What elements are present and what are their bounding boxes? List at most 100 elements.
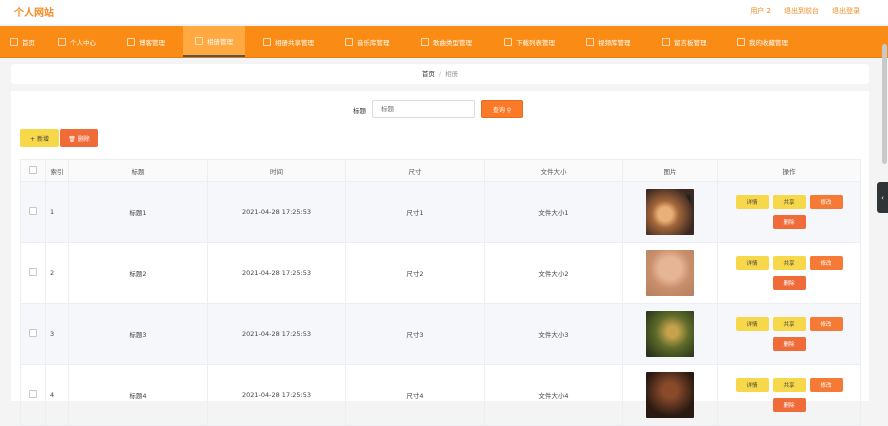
column-header-actions: 操作 xyxy=(717,159,861,182)
nav-song-type-management[interactable]: 歌曲类型管理 xyxy=(421,26,472,57)
breadcrumb-separator: / xyxy=(438,70,442,78)
nav-blog-management[interactable]: 博客管理 xyxy=(127,26,165,57)
column-header-index: 索引 xyxy=(45,159,69,182)
nav-home[interactable]: 首页 xyxy=(10,26,35,57)
main-nav: 首页 个人中心 博客管理 相册管理 相册共享管理 音乐库管理 歌曲类型管理 下载… xyxy=(0,26,888,58)
main-panel: 标题 查询 ⚲ + 新增 🗑 删除 索引 标题 时间 尺寸 文件大小 图片 操作… xyxy=(11,91,869,426)
row-checkbox[interactable] xyxy=(29,268,37,276)
row-title: 标题4 xyxy=(68,364,208,426)
album-icon xyxy=(195,36,203,45)
share-button[interactable]: 共享 xyxy=(772,195,806,209)
sidebar-toggle-button[interactable]: ‹ xyxy=(877,182,888,213)
share-button[interactable]: 共享 xyxy=(772,317,806,331)
album-table: 索引 标题 时间 尺寸 文件大小 图片 操作 1 标题1 2021-04-28 … xyxy=(20,159,861,426)
row-photo-thumbnail[interactable] xyxy=(646,311,694,357)
top-header: 个人网站 用户 2 退出到前台 退出登录 xyxy=(0,0,888,24)
breadcrumb-home[interactable]: 首页 xyxy=(422,70,435,78)
row-file-size: 文件大小3 xyxy=(484,303,623,365)
nav-personal-center[interactable]: 个人中心 xyxy=(58,26,96,57)
detail-button[interactable]: 详情 xyxy=(735,317,769,331)
delete-button[interactable]: 删除 xyxy=(772,215,806,229)
delete-button[interactable]: 删除 xyxy=(772,398,806,412)
table-header-row: 索引 标题 时间 尺寸 文件大小 图片 操作 xyxy=(20,159,861,182)
site-title: 个人网站 xyxy=(14,8,54,19)
row-title: 标题1 xyxy=(68,181,208,243)
row-checkbox[interactable] xyxy=(29,329,37,337)
column-header-time: 时间 xyxy=(207,159,346,182)
row-checkbox[interactable] xyxy=(29,207,37,215)
column-header-file-size: 文件大小 xyxy=(484,159,623,182)
edit-button[interactable]: 修改 xyxy=(809,317,843,331)
row-checkbox[interactable] xyxy=(29,390,37,398)
nav-music-library-management[interactable]: 音乐库管理 xyxy=(345,26,390,57)
favorite-icon xyxy=(737,37,745,46)
share-button[interactable]: 共享 xyxy=(772,378,806,392)
edit-button[interactable]: 修改 xyxy=(809,378,843,392)
column-header-title: 标题 xyxy=(68,159,208,182)
search-label: 标题 xyxy=(353,107,366,115)
column-header-image: 图片 xyxy=(622,159,718,182)
batch-delete-button[interactable]: 🗑 删除 xyxy=(60,129,98,147)
row-time: 2021-04-28 17:25:53 xyxy=(207,242,346,304)
title-search-input[interactable] xyxy=(372,100,475,118)
table-row: 3 标题3 2021-04-28 17:25:53 尺寸3 文件大小3 详情 共… xyxy=(20,303,861,365)
row-file-size: 文件大小4 xyxy=(484,364,623,426)
row-size: 尺寸3 xyxy=(345,303,485,365)
row-index: 1 xyxy=(45,181,69,243)
search-button[interactable]: 查询 ⚲ xyxy=(481,100,523,118)
nav-album-management[interactable]: 相册管理 xyxy=(183,26,245,57)
row-actions: 详情 共享 修改 删除 xyxy=(733,256,845,290)
header-links: 用户 2 退出到前台 退出登录 xyxy=(750,6,860,16)
table-row: 1 标题1 2021-04-28 17:25:53 尺寸1 文件大小1 详情 共… xyxy=(20,181,861,243)
edit-button[interactable]: 修改 xyxy=(809,256,843,270)
download-icon xyxy=(504,37,512,46)
nav-video-library-management[interactable]: 视频库管理 xyxy=(586,26,631,57)
select-all-header[interactable] xyxy=(20,159,46,182)
row-time: 2021-04-28 17:25:53 xyxy=(207,303,346,365)
nav-my-favorites-management[interactable]: 我的收藏管理 xyxy=(737,26,788,57)
row-file-size: 文件大小1 xyxy=(484,181,623,243)
message-icon xyxy=(662,37,670,46)
share-icon xyxy=(263,37,271,46)
row-index: 2 xyxy=(45,242,69,304)
edit-button[interactable]: 修改 xyxy=(809,195,843,209)
row-photo-thumbnail[interactable] xyxy=(646,372,694,418)
row-file-size: 文件大小2 xyxy=(484,242,623,304)
row-title: 标题3 xyxy=(68,303,208,365)
page-scrollbar[interactable] xyxy=(882,44,887,164)
row-size: 尺寸4 xyxy=(345,364,485,426)
row-actions: 详情 共享 修改 删除 xyxy=(733,195,845,229)
row-index: 3 xyxy=(45,303,69,365)
nav-download-list-management[interactable]: 下载列表管理 xyxy=(504,26,555,57)
row-time: 2021-04-28 17:25:53 xyxy=(207,364,346,426)
select-all-checkbox[interactable] xyxy=(29,165,37,174)
music-icon xyxy=(345,37,353,46)
chevron-left-icon: ‹ xyxy=(881,193,884,202)
row-size: 尺寸1 xyxy=(345,181,485,243)
table-row: 2 标题2 2021-04-28 17:25:53 尺寸2 文件大小2 详情 共… xyxy=(20,242,861,304)
nav-album-share-management[interactable]: 相册共享管理 xyxy=(263,26,314,57)
tag-icon xyxy=(421,37,429,46)
blog-icon xyxy=(127,37,135,46)
breadcrumb-current: 相册 xyxy=(445,70,459,78)
current-user-link[interactable]: 用户 2 xyxy=(750,6,771,16)
table-row: 4 标题4 2021-04-28 17:25:53 尺寸4 文件大小4 详情 共… xyxy=(20,364,861,426)
video-icon xyxy=(586,37,594,46)
nav-message-board-management[interactable]: 留言板管理 xyxy=(662,26,707,57)
share-button[interactable]: 共享 xyxy=(772,256,806,270)
row-photo-thumbnail[interactable] xyxy=(646,250,694,296)
detail-button[interactable]: 详情 xyxy=(735,195,769,209)
row-title: 标题2 xyxy=(68,242,208,304)
detail-button[interactable]: 详情 xyxy=(735,378,769,392)
delete-button[interactable]: 删除 xyxy=(772,337,806,351)
row-actions: 详情 共享 修改 删除 xyxy=(733,378,845,412)
logout-link[interactable]: 退出登录 xyxy=(832,6,860,16)
row-actions: 详情 共享 修改 删除 xyxy=(733,317,845,351)
back-to-frontend-link[interactable]: 退出到前台 xyxy=(784,6,819,16)
breadcrumb: 首页 / 相册 xyxy=(11,64,869,84)
delete-button[interactable]: 删除 xyxy=(772,276,806,290)
add-button[interactable]: + 新增 xyxy=(20,129,59,147)
row-time: 2021-04-28 17:25:53 xyxy=(207,181,346,243)
detail-button[interactable]: 详情 xyxy=(735,256,769,270)
user-icon xyxy=(58,37,66,46)
